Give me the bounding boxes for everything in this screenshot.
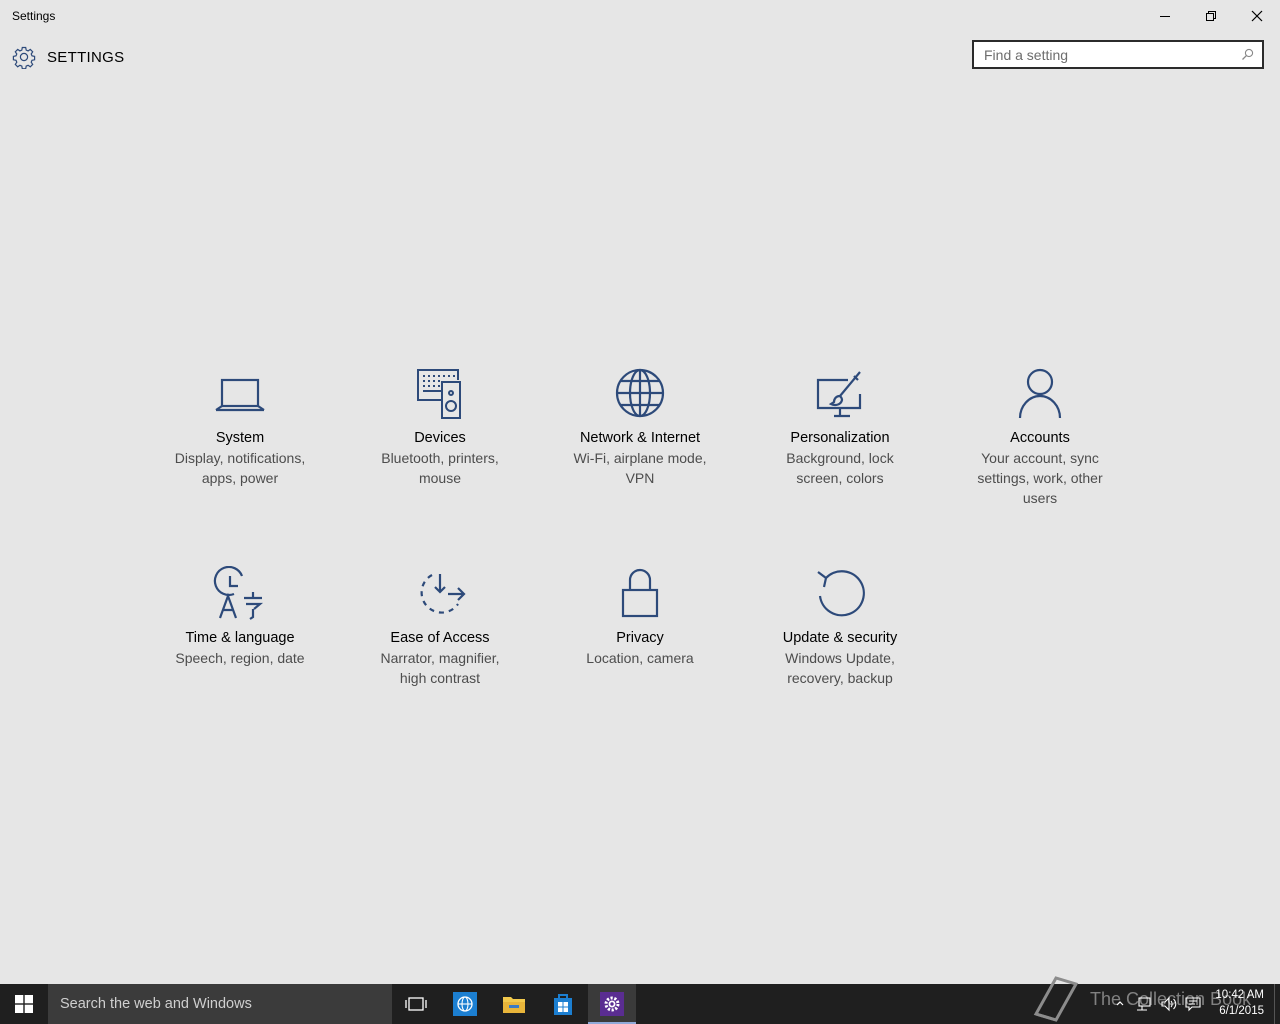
- taskbar-settings-button[interactable]: [588, 984, 636, 1024]
- time-language-icon: [213, 566, 264, 620]
- system-clock[interactable]: 10:42 AM 6/1/2015: [1204, 987, 1264, 1019]
- taskbar-search-placeholder: Search the web and Windows: [60, 996, 252, 1012]
- category-title: Ease of Access: [390, 630, 490, 646]
- minimize-icon: [1160, 16, 1170, 17]
- category-description: Narrator, magnifier, high contrast: [380, 650, 500, 686]
- category-update-security[interactable]: Update & security Windows Update, recove…: [760, 566, 920, 688]
- task-view-button[interactable]: [392, 984, 440, 1024]
- network-icon[interactable]: [1136, 996, 1152, 1012]
- category-title: Update & security: [782, 630, 898, 646]
- chevron-up-icon[interactable]: [1115, 998, 1125, 1008]
- category-description: Bluetooth, printers, mouse: [381, 450, 499, 486]
- taskbar-store-button[interactable]: [539, 984, 587, 1024]
- window-title: Settings: [12, 9, 56, 23]
- find-setting-box[interactable]: [972, 40, 1264, 69]
- category-description: Wi-Fi, airplane mode, VPN: [573, 450, 707, 486]
- book-icon: [1033, 976, 1079, 1022]
- lock-icon: [621, 568, 659, 618]
- minimize-button[interactable]: [1142, 0, 1188, 32]
- folder-icon: [503, 997, 525, 1013]
- close-icon: [1251, 10, 1263, 22]
- category-description: Location, camera: [586, 650, 694, 666]
- category-title: Time & language: [185, 630, 295, 646]
- refresh-icon: [817, 570, 865, 617]
- action-center-icon[interactable]: [1185, 996, 1201, 1012]
- category-title: Network & Internet: [579, 430, 701, 446]
- ease-of-access-icon: [420, 574, 466, 614]
- settings-header: SETTINGS: [12, 44, 124, 70]
- category-title: Privacy: [616, 630, 664, 646]
- start-button[interactable]: [0, 984, 48, 1024]
- category-system[interactable]: System Display, notifications, apps, pow…: [160, 366, 320, 488]
- category-personalization[interactable]: Personalization Background, lock screen,…: [760, 366, 920, 488]
- gear-icon: [12, 46, 36, 69]
- close-button[interactable]: [1234, 0, 1280, 32]
- title-bar: Settings: [0, 0, 1280, 32]
- category-devices[interactable]: Devices Bluetooth, printers, mouse: [360, 366, 520, 488]
- laptop-icon: [215, 378, 265, 412]
- category-description: Display, notifications, apps, power: [174, 450, 306, 486]
- task-view-icon: [405, 997, 427, 1011]
- category-description: Windows Update, recovery, backup: [785, 650, 895, 686]
- category-title: Devices: [414, 430, 466, 446]
- category-ease-of-access[interactable]: Ease of Access Narrator, magnifier, high…: [360, 566, 520, 688]
- category-description: Background, lock screen, colors: [786, 450, 894, 486]
- category-description: Your account, sync settings, work, other…: [977, 450, 1103, 506]
- search-icon[interactable]: [1241, 48, 1254, 61]
- settings-app-icon: [600, 992, 624, 1016]
- category-title: Accounts: [1010, 430, 1070, 446]
- devices-icon: [417, 369, 461, 419]
- category-time-language[interactable]: Time & language Speech, region, date: [160, 566, 320, 668]
- restore-button[interactable]: [1188, 0, 1234, 32]
- page-title: SETTINGS: [47, 48, 125, 66]
- clock-time: 10:42 AM: [1215, 989, 1264, 1001]
- windows-logo-icon: [15, 995, 33, 1013]
- person-icon: [1018, 368, 1062, 419]
- category-accounts[interactable]: Accounts Your account, sync settings, wo…: [960, 366, 1120, 508]
- category-privacy[interactable]: Privacy Location, camera: [560, 566, 720, 668]
- clock-date: 6/1/2015: [1219, 1005, 1264, 1017]
- taskbar-search-box[interactable]: Search the web and Windows: [48, 984, 392, 1024]
- globe-icon: [615, 368, 665, 418]
- browser-icon: [453, 992, 477, 1016]
- restore-icon: [1206, 11, 1216, 21]
- taskbar: Search the web and Windows The Collectio…: [0, 976, 1280, 1024]
- store-icon: [554, 994, 572, 1015]
- paintbrush-icon: [816, 371, 862, 418]
- category-title: System: [215, 430, 265, 446]
- search-input[interactable]: [974, 42, 1244, 67]
- show-desktop-button[interactable]: [1274, 984, 1280, 1024]
- category-description: Speech, region, date: [175, 650, 305, 666]
- taskbar-file-explorer-button[interactable]: [490, 984, 538, 1024]
- volume-icon[interactable]: [1160, 996, 1178, 1012]
- taskbar-browser-button[interactable]: [441, 984, 489, 1024]
- category-network-internet[interactable]: Network & Internet Wi-Fi, airplane mode,…: [560, 366, 720, 488]
- category-title: Personalization: [790, 430, 890, 446]
